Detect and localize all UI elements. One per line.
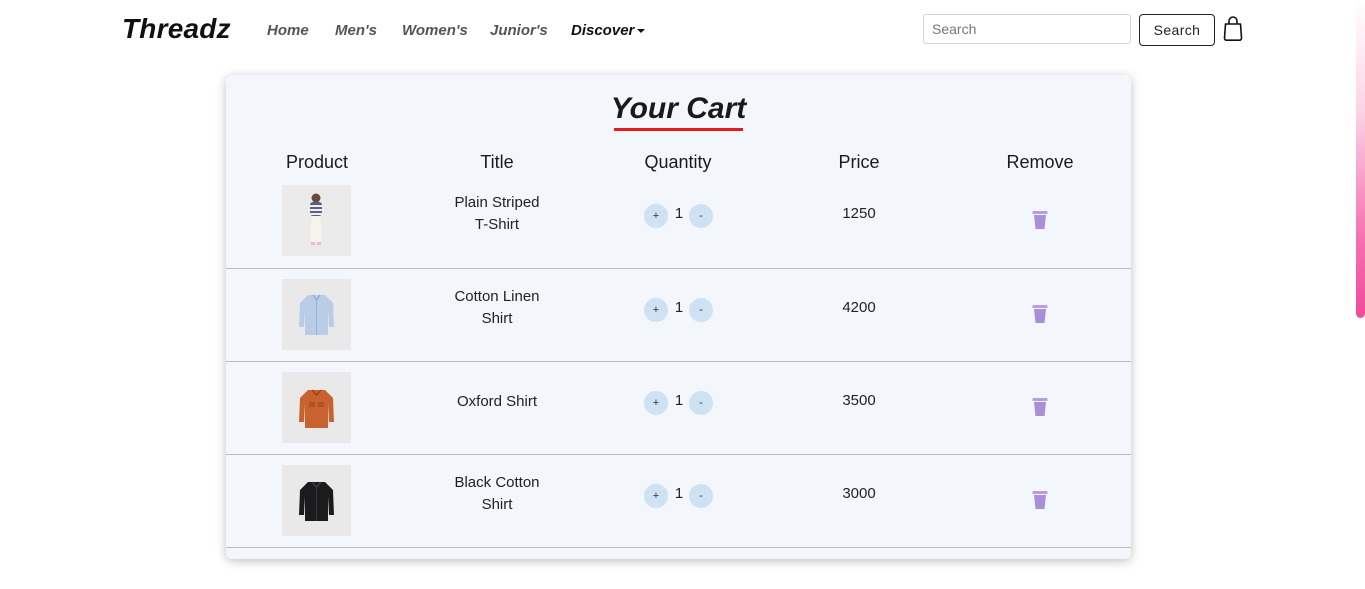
shopping-bag-icon[interactable] xyxy=(1223,16,1243,42)
nav-link-mens[interactable]: Men's xyxy=(335,22,377,39)
header-title: Title xyxy=(480,152,514,172)
item-price: 4200 xyxy=(842,299,876,316)
qty-decrease-button[interactable]: - xyxy=(689,484,713,508)
quantity-value: 1 xyxy=(674,205,684,222)
qty-increase-button[interactable]: + xyxy=(644,204,668,228)
product-image xyxy=(282,185,351,256)
nav-link-womens[interactable]: Women's xyxy=(402,22,468,39)
quantity-value: 1 xyxy=(674,392,684,409)
qty-decrease-button[interactable]: - xyxy=(689,391,713,415)
item-title-line: Cotton Linen xyxy=(454,288,540,305)
qty-increase-button[interactable]: + xyxy=(644,391,668,415)
header-remove: Remove xyxy=(1006,152,1074,172)
qty-decrease-button[interactable]: - xyxy=(689,204,713,228)
product-image xyxy=(282,465,351,536)
cart-title: Your Cart xyxy=(610,92,747,125)
item-title: Black Cotton Shirt xyxy=(437,472,557,516)
item-title-line: Black Cotton xyxy=(454,474,540,491)
item-title-line: Shirt xyxy=(481,310,513,327)
caret-down-icon xyxy=(637,29,646,34)
item-title-line: Plain Striped xyxy=(454,194,540,211)
item-title-line: T-Shirt xyxy=(474,216,520,233)
header-quantity: Quantity xyxy=(644,152,712,172)
item-price: 1250 xyxy=(842,205,876,222)
qty-increase-button[interactable]: + xyxy=(644,484,668,508)
scrollbar[interactable] xyxy=(1356,0,1365,318)
cart-row: Cotton Linen Shirt + 1 - 4200 xyxy=(226,268,1131,362)
brand-logo[interactable]: Threadz xyxy=(122,13,231,45)
cart-panel: Your Cart Product Title Quantity Price R… xyxy=(226,75,1131,559)
navbar: Threadz Home Men's Women's Junior's Disc… xyxy=(0,0,1365,60)
qty-increase-button[interactable]: + xyxy=(644,298,668,322)
item-title: Plain Striped T-Shirt xyxy=(437,192,557,236)
cart-row: Plain Striped T-Shirt + 1 - 1250 xyxy=(226,175,1131,269)
trash-icon[interactable] xyxy=(1032,304,1048,324)
search-button[interactable]: Search xyxy=(1139,14,1215,46)
quantity-value: 1 xyxy=(674,485,684,502)
product-image xyxy=(282,372,351,443)
item-title: Cotton Linen Shirt xyxy=(437,286,557,330)
title-underline xyxy=(614,128,743,131)
item-price: 3000 xyxy=(842,485,876,502)
quantity-value: 1 xyxy=(674,299,684,316)
search-input[interactable] xyxy=(923,14,1131,44)
item-title: Oxford Shirt xyxy=(437,391,557,413)
header-price: Price xyxy=(838,152,880,172)
cart-row: Oxford Shirt + 1 - 3500 xyxy=(226,361,1131,455)
item-title-line: Shirt xyxy=(481,496,513,513)
trash-icon[interactable] xyxy=(1032,210,1048,230)
nav-dropdown-discover[interactable]: Discover xyxy=(571,22,646,39)
nav-discover-label: Discover xyxy=(571,22,635,39)
trash-icon[interactable] xyxy=(1032,490,1048,510)
nav-link-juniors[interactable]: Junior's xyxy=(490,22,548,39)
nav-link-home[interactable]: Home xyxy=(267,22,309,39)
cart-row: Black Cotton Shirt + 1 - 3000 xyxy=(226,454,1131,548)
trash-icon[interactable] xyxy=(1032,397,1048,417)
header-product: Product xyxy=(285,152,349,172)
product-image xyxy=(282,279,351,350)
qty-decrease-button[interactable]: - xyxy=(689,298,713,322)
item-price: 3500 xyxy=(842,392,876,409)
item-title-line: Oxford Shirt xyxy=(456,393,538,410)
